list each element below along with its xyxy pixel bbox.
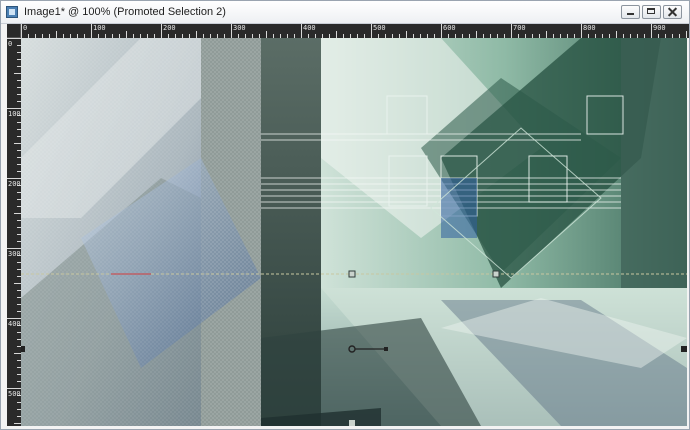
ruler-label-v-400: 400 — [8, 320, 21, 328]
ruler-label-900: 900 — [653, 24, 666, 32]
minimize-icon[interactable] — [621, 5, 640, 19]
image-document-window: Image1* @ 100% (Promoted Selection 2) 0 … — [0, 0, 690, 430]
image-canvas[interactable] — [21, 38, 687, 426]
ruler-label-700: 700 — [513, 24, 526, 32]
ruler-label-500: 500 — [373, 24, 386, 32]
ruler-label-v-300: 300 — [8, 250, 21, 258]
ruler-label-400: 400 — [303, 24, 316, 32]
ruler-label-100: 100 — [93, 24, 106, 32]
window-title: Image1* @ 100% (Promoted Selection 2) — [24, 6, 226, 18]
close-icon[interactable] — [663, 5, 682, 19]
ruler-label-v-0: 0 — [8, 40, 13, 48]
horizontal-ruler[interactable]: 0 100 200 300 400 500 600 700 800 900 — [21, 24, 689, 38]
ruler-label-0: 0 — [23, 24, 28, 32]
ruler-label-v-500: 500 — [8, 390, 21, 398]
abstract-artwork — [21, 38, 687, 426]
vertical-ruler[interactable]: 0 100 200 300 400 500 — [7, 38, 21, 426]
ruler-label-v-200: 200 — [8, 180, 21, 188]
ruler-label-600: 600 — [443, 24, 456, 32]
image-document-icon — [6, 6, 18, 18]
ruler-label-800: 800 — [583, 24, 596, 32]
ruler-corner — [7, 24, 21, 38]
vertical-ruler-ticks — [7, 38, 21, 424]
title-bar[interactable]: Image1* @ 100% (Promoted Selection 2) — [1, 1, 689, 24]
maximize-icon[interactable] — [642, 5, 661, 19]
ruler-label-200: 200 — [163, 24, 176, 32]
ruler-label-300: 300 — [233, 24, 246, 32]
ruler-label-v-100: 100 — [8, 110, 21, 118]
